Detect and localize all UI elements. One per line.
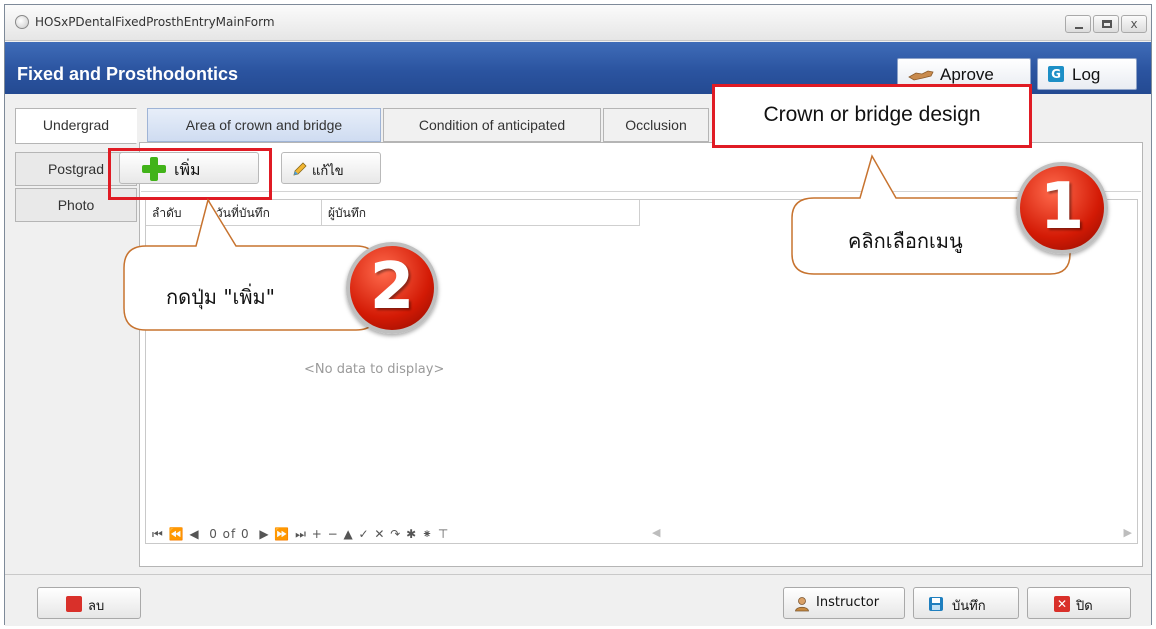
maximize-icon xyxy=(1102,20,1112,28)
close-icon: x xyxy=(1130,17,1138,31)
title-bar: HOSxPDentalFixedProsthEntryMainForm x xyxy=(5,5,1151,41)
navigator-controls[interactable]: ⏮ ⏪ ◀ 0 of 0 ▶ ⏩ ⏭ + − ▲ ✓ ✕ ↷ ✱ ⁕ ⊤ xyxy=(152,527,449,542)
approve-label: Aprove xyxy=(940,65,994,84)
save-button[interactable]: บันทึก xyxy=(913,587,1019,619)
save-icon xyxy=(929,597,943,611)
window-title: HOSxPDentalFixedProsthEntryMainForm xyxy=(35,15,275,29)
empty-grid-message: <No data to display> xyxy=(304,362,445,377)
horizontal-scrollbar[interactable]: ◀ ▶ xyxy=(642,526,1136,542)
step-2-number: 2 xyxy=(369,250,415,324)
tab-crown-or-bridge-design[interactable]: Crown or bridge design xyxy=(715,103,1029,127)
tab-occlusion[interactable]: Occlusion xyxy=(603,108,709,142)
grid-navigator[interactable]: ⏮ ⏪ ◀ 0 of 0 ▶ ⏩ ⏭ + − ▲ ✓ ✕ ↷ ✱ ⁕ ⊤ ◀ ▶ xyxy=(146,524,1137,544)
highlight-crown-or-bridge-design: Crown or bridge design xyxy=(712,84,1032,148)
log-icon: G xyxy=(1048,66,1064,82)
close-label: ปิด xyxy=(1076,599,1093,614)
maximize-button[interactable] xyxy=(1093,15,1119,33)
highlight-add-button xyxy=(108,148,272,200)
minimize-icon xyxy=(1075,27,1083,29)
callout-2-shape xyxy=(123,198,379,331)
form-title: Fixed and Prosthodontics xyxy=(17,64,239,84)
app-icon xyxy=(15,15,29,29)
delete-label: ลบ xyxy=(88,599,105,614)
close-window-button[interactable]: x xyxy=(1121,15,1147,33)
tab-area-of-crown-and-bridge[interactable]: Area of crown and bridge xyxy=(147,108,381,142)
tab-condition-of-anticipated[interactable]: Condition of anticipated xyxy=(383,108,601,142)
callout-1-text: คลิกเลือกเมนู xyxy=(848,229,963,253)
scroll-right-icon[interactable]: ▶ xyxy=(1124,526,1132,539)
person-icon xyxy=(795,597,809,612)
close-button[interactable]: ✕ ปิด xyxy=(1027,587,1131,619)
instructor-button[interactable]: Instructor xyxy=(783,587,905,619)
callout-2-text: กดปุ่ม "เพิ่ม" xyxy=(166,285,275,309)
log-label: Log xyxy=(1072,65,1101,84)
pencil-icon xyxy=(293,162,307,176)
step-1-number: 1 xyxy=(1039,170,1085,244)
step-2-badge: 2 xyxy=(346,242,438,334)
trash-icon xyxy=(66,596,82,612)
scroll-left-icon[interactable]: ◀ xyxy=(652,526,660,539)
step-1-badge: 1 xyxy=(1016,162,1108,254)
bottom-bar: ลบ Instructor บันทึก ✕ ปิด xyxy=(5,574,1151,626)
log-button[interactable]: G Log xyxy=(1037,58,1137,90)
delete-button[interactable]: ลบ xyxy=(37,587,141,619)
edit-label: แก้ไข xyxy=(312,164,344,179)
save-label: บันทึก xyxy=(952,599,986,614)
edit-button[interactable]: แก้ไข xyxy=(281,152,381,184)
approve-hand-icon xyxy=(908,70,934,81)
minimize-button[interactable] xyxy=(1065,15,1091,33)
close-x-icon: ✕ xyxy=(1054,596,1070,612)
tab-undergrad[interactable]: Undergrad xyxy=(15,108,137,144)
instructor-label: Instructor xyxy=(816,595,880,610)
